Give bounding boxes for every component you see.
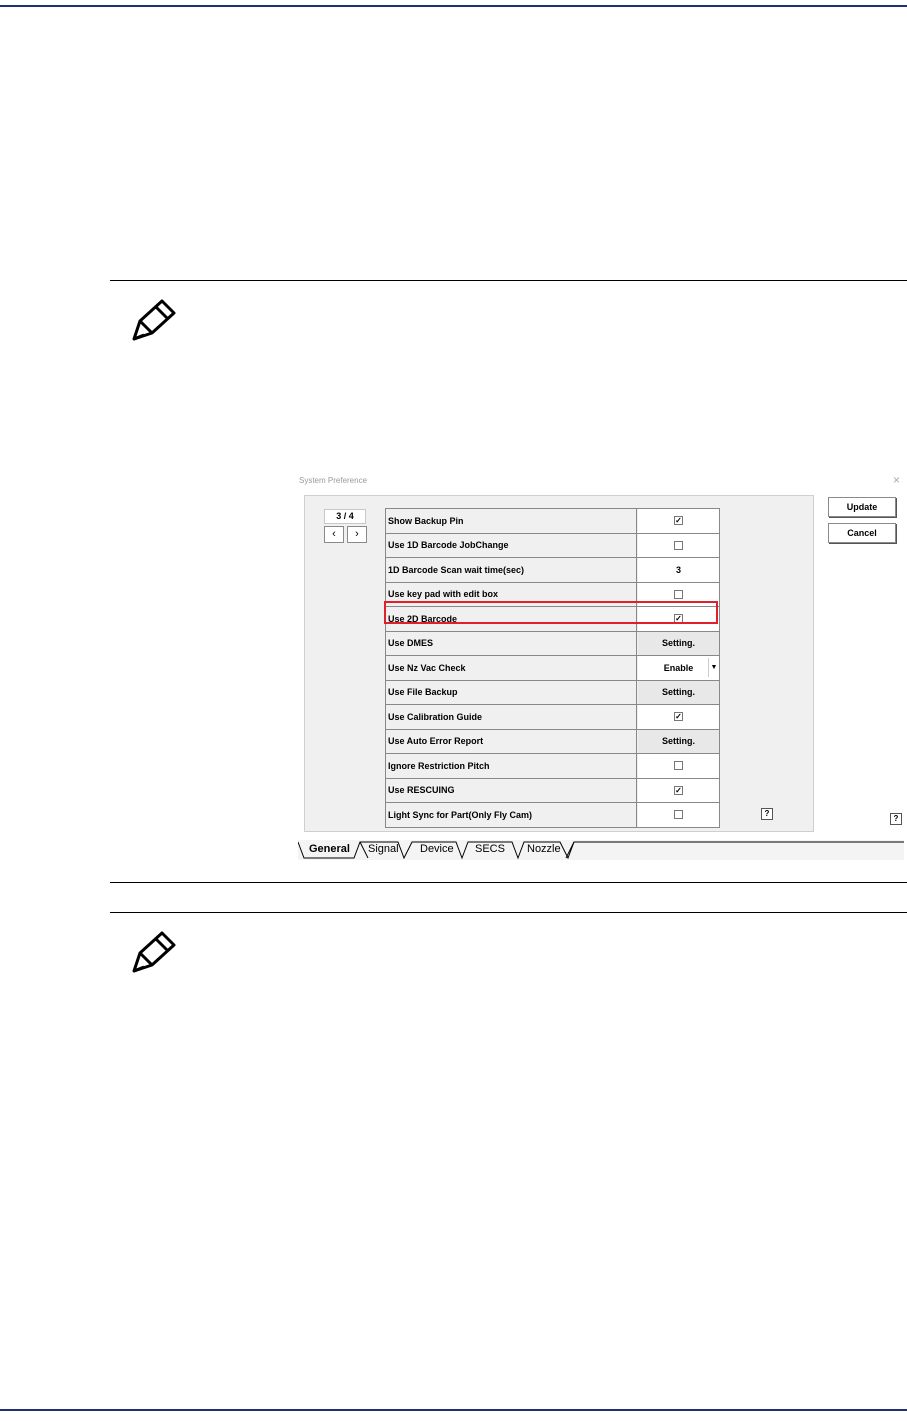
setting-value-cell [638,533,720,557]
footer-rule [0,1409,907,1411]
settings-panel: 3 / 4 ‹ › Show Backup Pin ✓ Use 1D Barcode… [304,495,814,832]
setting-checkbox[interactable] [674,589,683,599]
settings-row: Light Sync for Part(Only Fly Cam) [386,803,720,828]
setting-checkbox[interactable] [674,761,683,771]
settings-row: Use key pad with edit box [386,582,720,607]
setting-value-cell [638,754,720,778]
setting-checkbox[interactable]: ✓ [674,614,683,624]
settings-row: Use Nz Vac Check Enable ▼ [386,656,720,681]
setting-combo-value: Enable [663,662,694,673]
help-icon[interactable]: ? [761,808,773,820]
setting-label: Use DMES [386,631,637,655]
setting-checkbox[interactable] [674,540,683,550]
setting-label: Ignore Restriction Pitch [386,754,637,778]
settings-row: Use Calibration Guide ✓ [386,705,720,730]
setting-value-cell [638,803,720,827]
settings-row: Show Backup Pin ✓ [386,509,720,534]
setting-checkbox[interactable]: ✓ [674,785,683,795]
setting-label: Use key pad with edit box [386,582,637,606]
settings-row: Use Auto Error Report Setting. [386,729,720,754]
setting-label: Use Calibration Guide [386,705,637,729]
setting-label: Use RESCUING [386,778,637,802]
next-page-button[interactable]: › [347,526,367,543]
setting-label: Light Sync for Part(Only Fly Cam) [386,803,637,827]
setting-checkbox[interactable]: ✓ [674,516,683,526]
tab-secs[interactable]: SECS [475,843,505,855]
setting-combo-cell: Enable ▼ [638,656,720,680]
note-separator-bottom [110,882,907,883]
setting-button[interactable]: Setting. [638,631,720,655]
cancel-button[interactable]: Cancel [828,523,896,543]
setting-label: 1D Barcode Scan wait time(sec) [386,558,637,582]
chevron-down-icon[interactable]: ▼ [708,658,719,677]
help-icon-corner[interactable]: ? [890,813,902,825]
tab-strip: General Signal Device SECS Nozzle [298,840,904,860]
page-indicator: 3 / 4 [324,509,366,524]
settings-row: Use DMES Setting. [386,631,720,656]
note-separator-top [110,280,907,281]
setting-combo[interactable]: Enable ▼ [638,656,719,680]
setting-label: Use Nz Vac Check [386,656,637,680]
prev-page-button[interactable]: ‹ [324,526,344,543]
note-pencil-icon [132,299,176,341]
settings-row: Use RESCUING ✓ [386,778,720,803]
dialog-title: System Preference [299,476,368,485]
setting-value-cell: ✓ [638,705,720,729]
setting-label: Show Backup Pin [386,509,637,533]
tab-device[interactable]: Device [420,843,454,855]
settings-row: Ignore Restriction Pitch [386,754,720,779]
setting-text-input[interactable]: 3 [638,558,720,582]
setting-checkbox[interactable] [674,810,683,820]
setting-button[interactable]: Setting. [638,729,720,753]
setting-label: Use Auto Error Report [386,729,637,753]
setting-label: Use 1D Barcode JobChange [386,533,637,557]
setting-value-cell: ✓ [638,509,720,533]
settings-row: Use 2D Barcode ✓ [386,607,720,632]
header-rule [0,5,907,7]
settings-row: Use 1D Barcode JobChange [386,533,720,558]
settings-grid: Show Backup Pin ✓ Use 1D Barcode JobChange… [385,508,720,828]
setting-label: Use 2D Barcode [386,607,637,631]
setting-checkbox[interactable]: ✓ [674,712,683,722]
tab-general[interactable]: General [309,843,350,855]
setting-value-cell: ✓ [638,778,720,802]
note-separator-top-2 [110,912,907,913]
setting-value-cell [638,582,720,606]
setting-value-cell: ✓ [638,607,720,631]
system-preference-dialog: System Preference × 3 / 4 ‹ › Show Backu… [296,470,906,860]
note-pencil-icon-2 [132,931,176,973]
setting-label: Use File Backup [386,680,637,704]
settings-row: 1D Barcode Scan wait time(sec) 3 [386,558,720,583]
tab-signal[interactable]: Signal [368,843,399,855]
tab-nozzle[interactable]: Nozzle [527,843,561,855]
update-button[interactable]: Update [828,497,896,517]
close-icon[interactable]: × [893,473,900,487]
settings-row: Use File Backup Setting. [386,680,720,705]
setting-button[interactable]: Setting. [638,680,720,704]
